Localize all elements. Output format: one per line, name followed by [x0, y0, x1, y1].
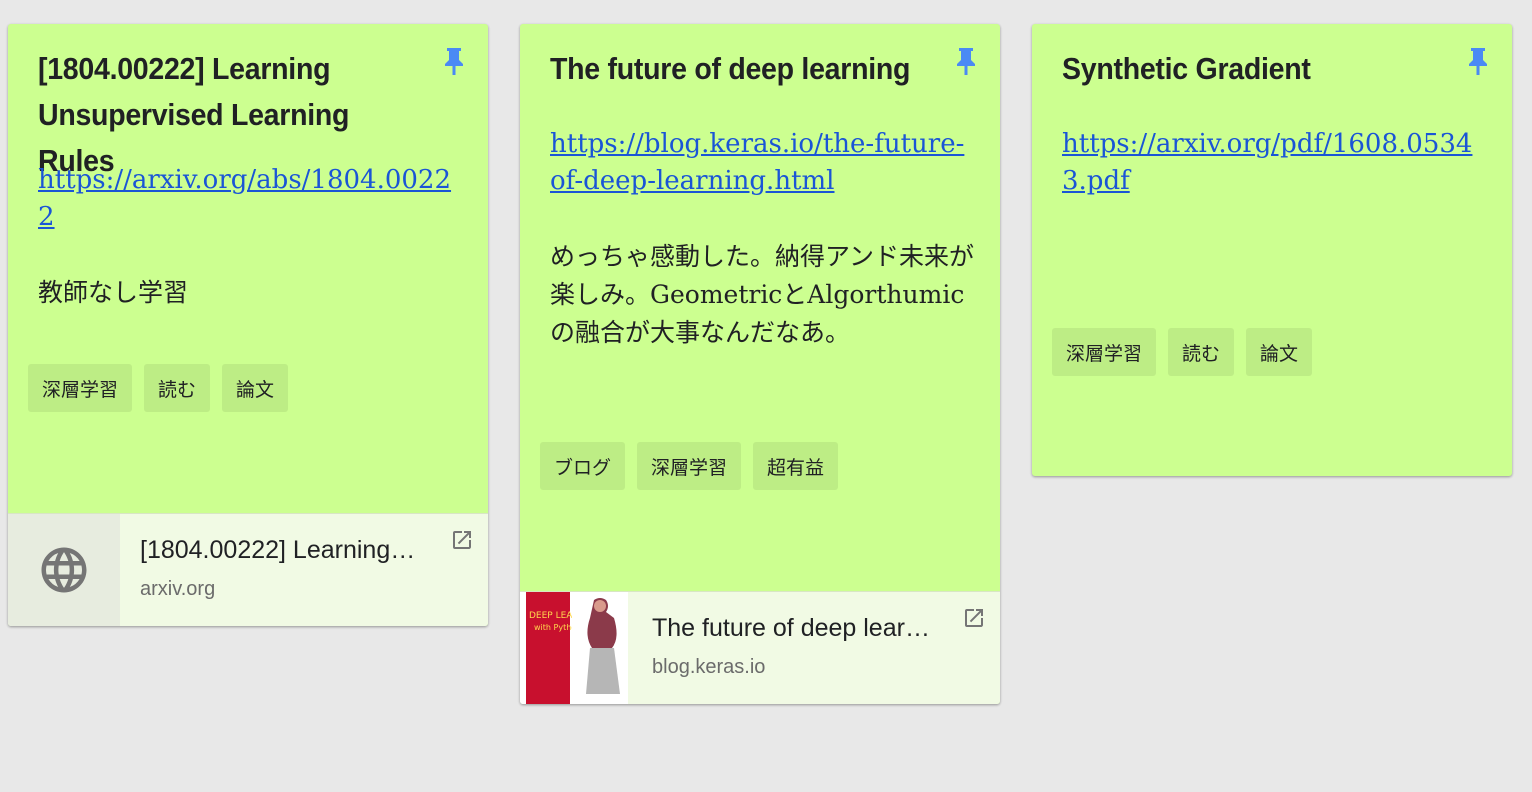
label-chip[interactable]: 読む: [144, 364, 211, 412]
label-chip[interactable]: 超有益: [753, 442, 839, 490]
note-card[interactable]: [1804.00222] Learning Unsupervised Learn…: [8, 24, 488, 626]
label-list: 深層学習 読む 論文: [28, 364, 289, 412]
pin-icon[interactable]: [442, 46, 466, 76]
label-chip[interactable]: 論文: [222, 364, 289, 412]
open-in-new-icon[interactable]: [962, 606, 986, 630]
link-preview-domain: blog.keras.io: [652, 656, 766, 678]
book-cover-thumbnail: DEEP LEARNING with Python: [520, 592, 632, 704]
label-chip[interactable]: ブログ: [540, 442, 626, 490]
note-card[interactable]: The future of deep learning https://blog…: [520, 24, 1000, 704]
pin-icon[interactable]: [954, 46, 978, 76]
link-preview-thumbnail: [8, 514, 120, 626]
link-preview-domain: arxiv.org: [140, 578, 216, 600]
label-chip[interactable]: 論文: [1246, 328, 1313, 376]
open-in-new-icon[interactable]: [450, 528, 474, 552]
note-link[interactable]: https://blog.keras.io/the-future-of-deep…: [550, 126, 966, 200]
note-card[interactable]: Synthetic Gradient https://arxiv.org/pdf…: [1032, 24, 1512, 476]
book-cover-image: DEEP LEARNING with Python: [526, 592, 632, 704]
label-chip[interactable]: 読む: [1168, 328, 1235, 376]
link-preview[interactable]: DEEP LEARNING with Python The future of …: [520, 591, 1000, 704]
globe-icon: [41, 547, 87, 593]
label-chip[interactable]: 深層学習: [637, 442, 742, 490]
label-chip[interactable]: 深層学習: [28, 364, 133, 412]
label-chip[interactable]: 深層学習: [1052, 328, 1157, 376]
link-preview-title: The future of deep learning: [652, 614, 932, 642]
label-list: 深層学習 読む 論文: [1052, 328, 1313, 376]
note-link[interactable]: https://arxiv.org/abs/1804.00222: [38, 162, 454, 236]
link-preview-title: [1804.00222] Learning Unsupervised Learn…: [140, 536, 420, 564]
note-body: めっちゃ感動した。納得アンド未来が楽しみ。GeometricとAlgorthum…: [550, 242, 975, 347]
note-body: 教師なし学習: [38, 278, 189, 307]
label-list: ブログ 深層学習 超有益: [540, 442, 839, 490]
note-title: The future of deep learning: [550, 51, 911, 86]
pin-icon[interactable]: [1466, 46, 1490, 76]
note-title: Synthetic Gradient: [1062, 51, 1311, 86]
note-link[interactable]: https://arxiv.org/pdf/1608.05343.pdf: [1062, 126, 1478, 200]
link-preview[interactable]: [1804.00222] Learning Unsupervised Learn…: [8, 513, 488, 626]
